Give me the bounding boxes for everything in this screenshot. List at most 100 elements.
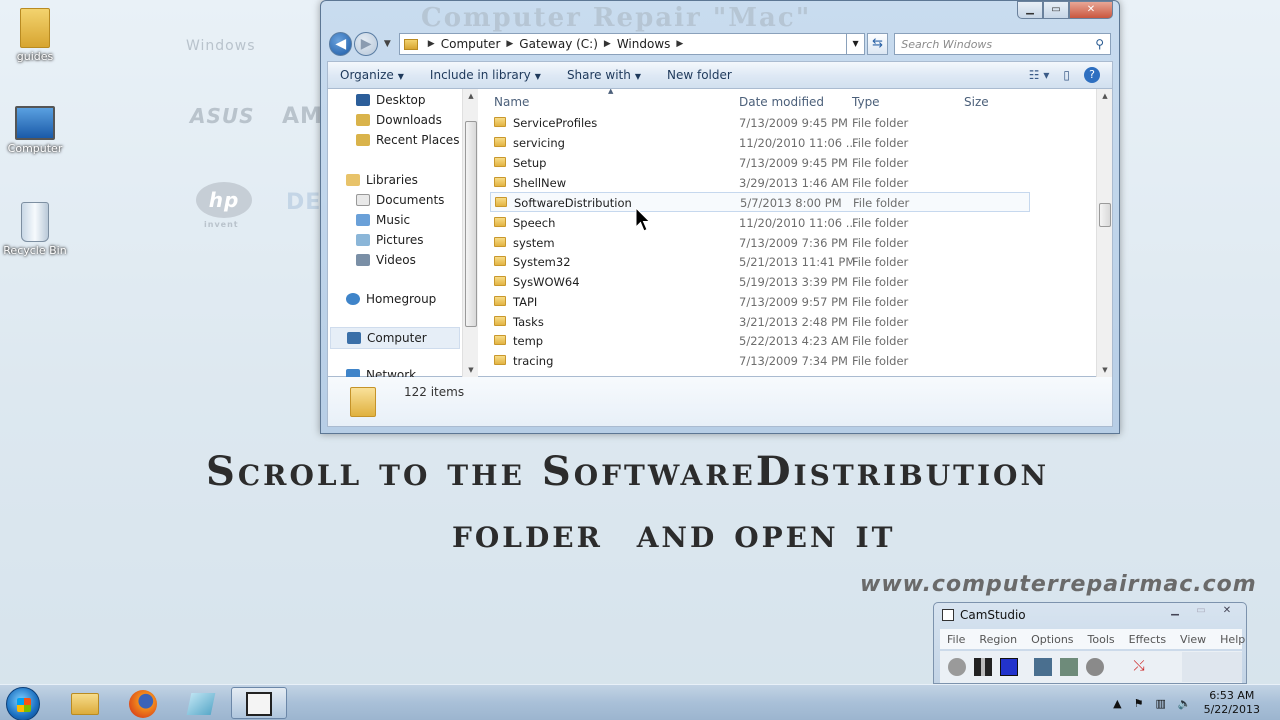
include-in-library-button[interactable]: Include in library ▼ bbox=[430, 68, 541, 82]
back-button[interactable]: ◀ bbox=[329, 32, 353, 56]
preview-pane-icon[interactable]: ▯ bbox=[1063, 68, 1070, 82]
column-header-date-modified[interactable]: Date modified bbox=[739, 95, 824, 109]
network-tray-icon[interactable]: ▥ bbox=[1155, 697, 1165, 710]
file-list-scrollbar[interactable]: ▲ ▼ bbox=[1096, 89, 1112, 377]
record-icon[interactable] bbox=[948, 658, 966, 676]
swf-icon[interactable] bbox=[1086, 658, 1104, 676]
file-row[interactable]: servicing 11/20/2010 11:06 ... File folder bbox=[478, 133, 1098, 153]
desktop-icon-computer[interactable]: Computer bbox=[0, 106, 70, 155]
desktop-icon-recycle-bin[interactable]: Recycle Bin bbox=[0, 202, 70, 257]
breadcrumb-computer[interactable]: Computer bbox=[441, 37, 501, 51]
address-dropdown-button[interactable]: ▼ bbox=[847, 33, 865, 55]
stop-icon[interactable] bbox=[1000, 658, 1018, 676]
action-center-flag-icon[interactable]: ⚑ bbox=[1134, 697, 1144, 710]
file-row[interactable]: tracing 7/13/2009 7:34 PM File folder bbox=[478, 351, 1098, 371]
scrollbar-thumb[interactable] bbox=[465, 121, 477, 327]
taskbar-app-button[interactable] bbox=[173, 687, 229, 719]
change-view-icon[interactable]: ☷ ▾ bbox=[1029, 68, 1050, 82]
file-row[interactable]: TAPI 7/13/2009 9:57 PM File folder bbox=[478, 292, 1098, 312]
minimize-button[interactable]: ▁ bbox=[1162, 603, 1188, 619]
nav-item-homegroup[interactable]: Homegroup bbox=[346, 292, 436, 306]
nav-pane-scrollbar[interactable]: ▲ ▼ bbox=[462, 89, 478, 377]
recent-pages-dropdown[interactable]: ▼ bbox=[384, 39, 391, 49]
file-row[interactable]: ShellNew 3/29/2013 1:46 AM File folder bbox=[478, 173, 1098, 193]
help-icon[interactable]: ? bbox=[1084, 67, 1100, 83]
file-list[interactable]: Name ▲ Date modified Type Size ServicePr… bbox=[478, 89, 1104, 377]
menu-tools[interactable]: Tools bbox=[1088, 633, 1115, 646]
maximize-button[interactable]: ▭ bbox=[1188, 603, 1214, 619]
forward-button[interactable]: ▶ bbox=[354, 32, 378, 56]
menu-view[interactable]: View bbox=[1180, 633, 1206, 646]
desktop-icon-guides[interactable]: guides bbox=[0, 8, 70, 63]
file-row[interactable]: Speech 11/20/2010 11:06 ... File folder bbox=[478, 213, 1098, 233]
minimize-button[interactable]: ▁ bbox=[1017, 1, 1043, 19]
menu-options[interactable]: Options bbox=[1031, 633, 1073, 646]
volume-icon[interactable]: 🔈 bbox=[1178, 697, 1192, 710]
breadcrumb-gateway[interactable]: Gateway (C:) bbox=[519, 37, 598, 51]
new-folder-button[interactable]: New folder bbox=[667, 68, 732, 82]
annotate-icon[interactable] bbox=[1060, 658, 1078, 676]
scrollbar-thumb[interactable] bbox=[1099, 203, 1111, 227]
camstudio-window[interactable]: CamStudio ▁ ▭ ✕ File Region Options Tool… bbox=[933, 602, 1247, 684]
file-row[interactable]: ServiceProfiles 7/13/2009 9:45 PM File fol… bbox=[478, 113, 1098, 133]
address-bar[interactable]: ▶ Computer ▶ Gateway (C:) ▶ Windows ▶ bbox=[398, 33, 848, 55]
column-header-size[interactable]: Size bbox=[964, 95, 989, 109]
pause-icon[interactable] bbox=[974, 658, 992, 676]
scroll-down-arrow-icon[interactable]: ▼ bbox=[463, 363, 479, 377]
nav-item-libraries[interactable]: Libraries bbox=[346, 173, 418, 187]
column-header-name[interactable]: Name bbox=[494, 95, 529, 109]
desktop-icon-label: Computer bbox=[7, 142, 63, 155]
clock-date: 5/22/2013 bbox=[1203, 703, 1260, 716]
file-row[interactable]: SysWOW64 5/19/2013 3:39 PM File folder bbox=[478, 272, 1098, 292]
breadcrumb-separator[interactable]: ▶ bbox=[676, 39, 683, 49]
breadcrumb-separator[interactable]: ▶ bbox=[428, 39, 435, 49]
taskbar-firefox-button[interactable] bbox=[115, 687, 171, 719]
autopan-icon[interactable]: ⤯ bbox=[1130, 658, 1148, 676]
nav-item-pictures[interactable]: Pictures bbox=[356, 233, 424, 247]
scroll-up-arrow-icon[interactable]: ▲ bbox=[1097, 89, 1113, 103]
scroll-down-arrow-icon[interactable]: ▼ bbox=[1097, 363, 1113, 377]
scroll-up-arrow-icon[interactable]: ▲ bbox=[463, 89, 479, 103]
desktop-icon-label: guides bbox=[16, 50, 54, 63]
menu-effects[interactable]: Effects bbox=[1129, 633, 1166, 646]
share-with-button[interactable]: Share with ▼ bbox=[567, 68, 641, 82]
taskbar-explorer-button[interactable] bbox=[57, 687, 113, 719]
show-hidden-icons-icon[interactable]: ▲ bbox=[1113, 697, 1121, 710]
nav-item-computer[interactable]: Computer bbox=[330, 327, 460, 349]
file-row[interactable]: system 7/13/2009 7:36 PM File folder bbox=[478, 233, 1098, 253]
close-button[interactable]: ✕ bbox=[1214, 603, 1240, 619]
nav-item-downloads[interactable]: Downloads bbox=[356, 113, 442, 127]
breadcrumb-windows[interactable]: Windows bbox=[617, 37, 671, 51]
folder-icon bbox=[495, 197, 507, 207]
search-input[interactable]: Search Windows ⚲ bbox=[894, 33, 1111, 55]
breadcrumb-separator[interactable]: ▶ bbox=[506, 39, 513, 49]
clock[interactable]: 6:53 AM 5/22/2013 bbox=[1204, 689, 1260, 717]
organize-button[interactable]: Organize ▼ bbox=[340, 68, 404, 82]
file-row[interactable]: temp 5/22/2013 4:23 AM File folder bbox=[478, 331, 1098, 351]
nav-item-documents[interactable]: Documents bbox=[356, 193, 444, 207]
taskbar-camstudio-button[interactable] bbox=[231, 687, 287, 719]
explorer-window[interactable]: Computer Repair "Mac" ▁ ▭ ✕ ◀ ▶ ▼ ▶ Comp… bbox=[320, 0, 1120, 434]
search-icon[interactable]: ⚲ bbox=[1095, 37, 1104, 51]
nav-item-desktop[interactable]: Desktop bbox=[356, 93, 426, 107]
file-row[interactable]: System32 5/21/2013 11:41 PM File folder bbox=[478, 252, 1098, 272]
nav-item-videos[interactable]: Videos bbox=[356, 253, 416, 267]
system-tray: ▲ ⚑ ▥ 🔈 6:53 AM 5/22/2013 bbox=[1113, 689, 1260, 717]
nav-item-music[interactable]: Music bbox=[356, 213, 410, 227]
menu-file[interactable]: File bbox=[947, 633, 965, 646]
menu-help[interactable]: Help bbox=[1220, 633, 1245, 646]
file-row-softwaredistribution[interactable]: SoftwareDistribution 5/7/2013 8:00 PM File… bbox=[490, 192, 1030, 212]
file-row[interactable]: Setup 7/13/2009 9:45 PM File folder bbox=[478, 153, 1098, 173]
maximize-button[interactable]: ▭ bbox=[1043, 1, 1069, 19]
refresh-button[interactable]: ⇆ bbox=[866, 33, 889, 55]
close-button[interactable]: ✕ bbox=[1069, 1, 1113, 19]
menu-region[interactable]: Region bbox=[979, 633, 1017, 646]
column-header-type[interactable]: Type bbox=[852, 95, 880, 109]
nav-item-recent-places[interactable]: Recent Places bbox=[356, 133, 459, 147]
options-icon[interactable] bbox=[1034, 658, 1052, 676]
folder-icon bbox=[350, 387, 376, 417]
start-button[interactable] bbox=[6, 687, 40, 720]
file-row[interactable]: Tasks 3/21/2013 2:48 PM File folder bbox=[478, 312, 1098, 332]
navigation-pane[interactable]: Desktop Downloads Recent Places Librarie… bbox=[328, 89, 462, 382]
breadcrumb-separator[interactable]: ▶ bbox=[604, 39, 611, 49]
